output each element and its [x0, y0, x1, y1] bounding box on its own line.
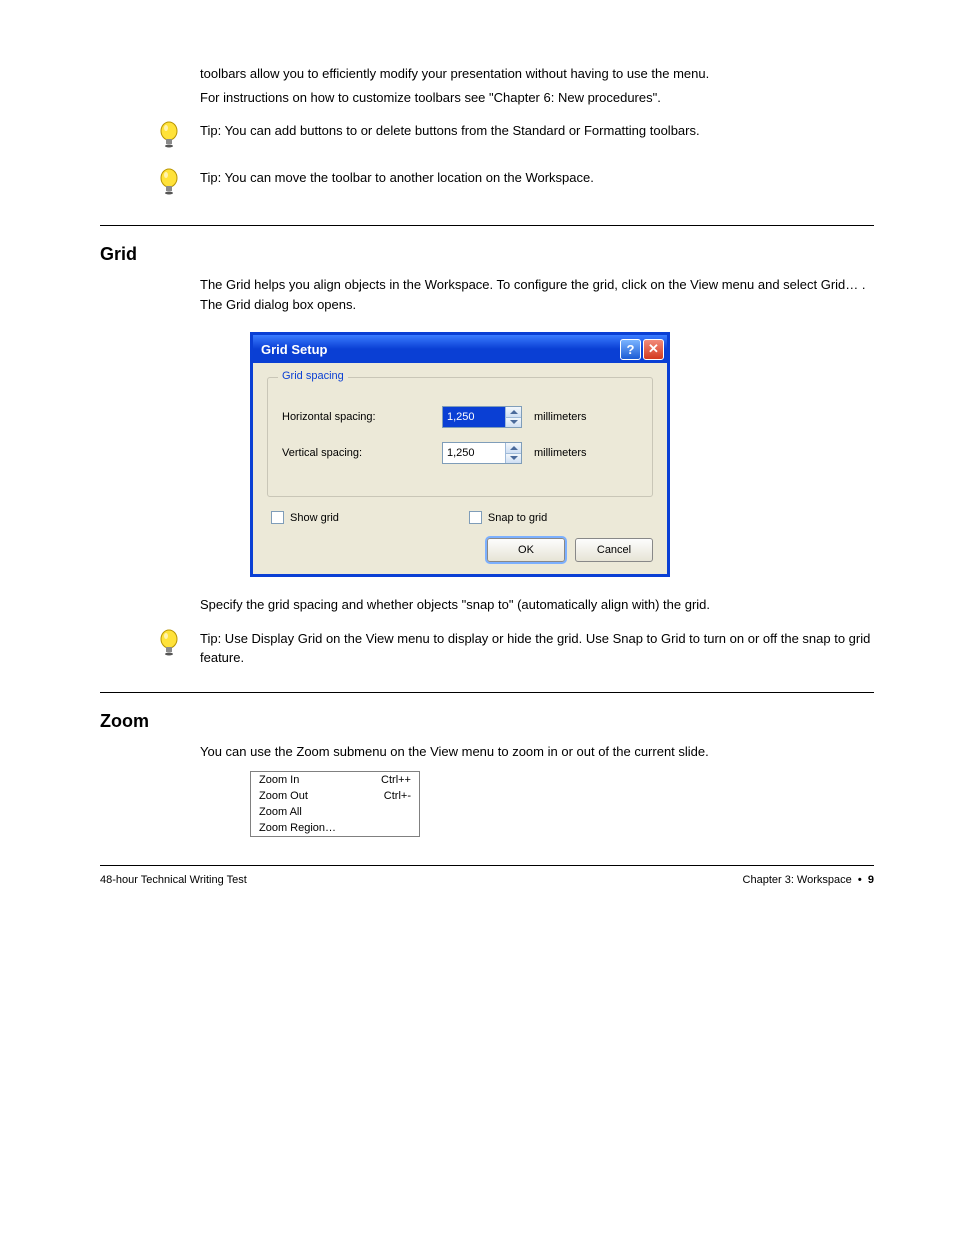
horizontal-spin-down[interactable]: [505, 418, 521, 428]
horizontal-spacing-spinner[interactable]: 1,250: [442, 406, 522, 428]
horizontal-spin-up[interactable]: [505, 407, 521, 418]
menu-item-shortcut: Ctrl++: [381, 774, 411, 786]
menu-item-label: Zoom In: [259, 774, 299, 786]
ok-button[interactable]: OK: [487, 538, 565, 562]
chevron-down-icon: [510, 456, 518, 460]
menu-item-zoom-all[interactable]: Zoom All: [251, 804, 419, 820]
divider: [100, 225, 874, 226]
tip-1: Tip: You can add buttons to or delete bu…: [158, 121, 874, 154]
checkbox-icon: [469, 511, 482, 524]
menu-item-zoom-in[interactable]: Zoom In Ctrl++: [251, 772, 419, 788]
help-icon: ?: [627, 342, 635, 357]
zoom-section-title: Zoom: [100, 711, 874, 732]
grid-spacing-group: Grid spacing Horizontal spacing: 1,250 m…: [267, 377, 653, 497]
menu-item-label: Zoom All: [259, 806, 302, 818]
dialog-title: Grid Setup: [261, 342, 327, 357]
vertical-unit: millimeters: [534, 447, 587, 459]
chevron-up-icon: [510, 446, 518, 450]
zoom-paragraph-1: You can use the Zoom submenu on the View…: [200, 742, 874, 762]
menu-item-zoom-out[interactable]: Zoom Out Ctrl+-: [251, 788, 419, 804]
tip-3: Tip: Use Display Grid on the View menu t…: [158, 629, 874, 668]
show-grid-label: Show grid: [290, 512, 339, 524]
lightbulb-icon: [158, 629, 192, 662]
lightbulb-icon: [158, 121, 192, 154]
dialog-titlebar[interactable]: Grid Setup ? ✕: [253, 335, 667, 363]
chevron-down-icon: [510, 420, 518, 424]
intro-paragraph-1: toolbars allow you to efficiently modify…: [200, 64, 874, 84]
divider: [100, 692, 874, 693]
show-grid-checkbox[interactable]: Show grid: [271, 511, 339, 524]
footer-chapter: Chapter 3: Workspace: [743, 874, 852, 886]
vertical-spacing-value[interactable]: 1,250: [443, 443, 505, 463]
snap-to-grid-label: Snap to grid: [488, 512, 547, 524]
vertical-spin-down[interactable]: [505, 454, 521, 464]
footer-separator: •: [858, 874, 862, 886]
grid-section-title: Grid: [100, 244, 874, 265]
vertical-spin-up[interactable]: [505, 443, 521, 454]
snap-to-grid-checkbox[interactable]: Snap to grid: [469, 511, 547, 524]
horizontal-spacing-value[interactable]: 1,250: [443, 407, 505, 427]
intro-paragraph-2: For instructions on how to customize too…: [200, 88, 874, 108]
vertical-spacing-spinner[interactable]: 1,250: [442, 442, 522, 464]
lightbulb-icon: [158, 168, 192, 201]
footer-left: 48-hour Technical Writing Test: [100, 874, 247, 886]
cancel-button[interactable]: Cancel: [575, 538, 653, 562]
tip-2: Tip: You can move the toolbar to another…: [158, 168, 874, 201]
grid-paragraph-2: Specify the grid spacing and whether obj…: [200, 595, 874, 615]
dialog-close-button[interactable]: ✕: [643, 339, 664, 360]
horizontal-unit: millimeters: [534, 411, 587, 423]
chevron-up-icon: [510, 410, 518, 414]
close-icon: ✕: [648, 341, 659, 357]
tip-3-text: Tip: Use Display Grid on the View menu t…: [200, 629, 874, 668]
vertical-spacing-label: Vertical spacing:: [282, 447, 442, 459]
grid-spacing-legend: Grid spacing: [278, 370, 348, 382]
dialog-help-button[interactable]: ?: [620, 339, 641, 360]
zoom-submenu: Zoom In Ctrl++ Zoom Out Ctrl+- Zoom All …: [250, 771, 420, 837]
menu-item-label: Zoom Out: [259, 790, 308, 802]
checkbox-icon: [271, 511, 284, 524]
menu-item-shortcut: Ctrl+-: [384, 790, 411, 802]
menu-item-label: Zoom Region…: [259, 822, 336, 834]
grid-paragraph-1: The Grid helps you align objects in the …: [200, 275, 874, 314]
tip-1-text: Tip: You can add buttons to or delete bu…: [200, 121, 874, 141]
horizontal-spacing-label: Horizontal spacing:: [282, 411, 442, 423]
menu-item-zoom-region[interactable]: Zoom Region…: [251, 820, 419, 836]
footer-page-number: 9: [868, 874, 874, 886]
grid-setup-dialog: Grid Setup ? ✕ Grid spacing Horizontal s…: [250, 332, 670, 577]
tip-2-text: Tip: You can move the toolbar to another…: [200, 168, 874, 188]
page-footer: 48-hour Technical Writing Test Chapter 3…: [100, 865, 874, 886]
